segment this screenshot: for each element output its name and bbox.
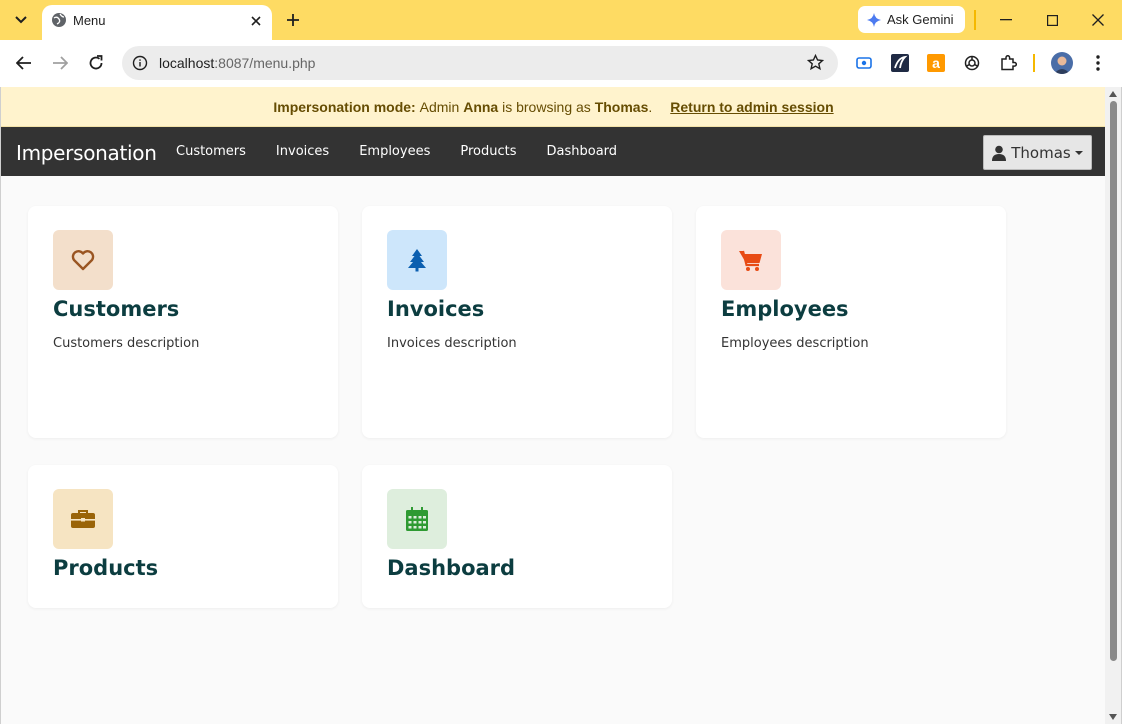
browser-tab-bar: Menu Ask Gemini: [0, 0, 1122, 40]
info-icon: [132, 55, 148, 71]
card-title: Dashboard: [387, 556, 516, 580]
more-vertical-icon: [1096, 55, 1100, 71]
extension-amazon-button[interactable]: a: [925, 52, 947, 74]
card-customers[interactable]: Customers Customers description: [28, 206, 338, 438]
scroll-down-arrow-icon[interactable]: [1109, 714, 1117, 720]
tab-close-button[interactable]: [248, 13, 264, 29]
profile-avatar[interactable]: [1051, 52, 1073, 74]
banner-admin-name: Anna: [463, 98, 499, 115]
card-title: Products: [53, 556, 159, 580]
back-button[interactable]: [12, 51, 36, 75]
card-employees[interactable]: Employees Employees description: [696, 206, 1006, 438]
extension-pen-button[interactable]: [889, 52, 911, 74]
nav-links: Customers Invoices Employees Products Da…: [161, 127, 632, 176]
card-icon-box: [53, 230, 113, 290]
address-bar[interactable]: localhost:8087/menu.php: [122, 46, 838, 80]
nav-link-dashboard[interactable]: Dashboard: [532, 127, 633, 176]
reload-button[interactable]: [84, 51, 108, 75]
nav-link-invoices[interactable]: Invoices: [261, 127, 344, 176]
top-navbar: Impersonation Customers Invoices Employe…: [1, 127, 1106, 176]
user-dropdown-label: Thomas: [1011, 143, 1071, 162]
banner-user-name: Thomas: [594, 98, 649, 115]
banner-mode-label: Impersonation mode:: [273, 98, 416, 115]
navbar-brand[interactable]: Impersonation: [16, 141, 157, 165]
close-window-button[interactable]: [1086, 8, 1110, 32]
svg-text:a: a: [932, 55, 940, 71]
chevron-down-icon: [15, 16, 27, 24]
card-title: Invoices: [387, 297, 485, 321]
arrow-right-icon: [53, 56, 68, 70]
calendar-icon: [406, 507, 428, 531]
card-icon-box: [721, 230, 781, 290]
browser-tab[interactable]: Menu: [42, 5, 272, 40]
card-description: Employees description: [721, 336, 869, 351]
browser-menu-button[interactable]: [1087, 52, 1109, 74]
close-icon: [251, 16, 261, 26]
card-description: Invoices description: [387, 336, 517, 351]
scrollbar-thumb[interactable]: [1110, 101, 1117, 661]
minimize-icon: [1000, 19, 1012, 21]
maximize-icon: [1046, 14, 1058, 26]
nav-link-products[interactable]: Products: [445, 127, 531, 176]
card-invoices[interactable]: Invoices Invoices description: [362, 206, 672, 438]
arrow-left-icon: [16, 56, 31, 70]
impersonation-banner: Impersonation mode: Admin Anna is browsi…: [1, 87, 1106, 127]
vertical-scrollbar[interactable]: [1105, 87, 1121, 724]
tab-title: Menu: [73, 13, 106, 28]
browser-toolbar: localhost:8087/menu.php a: [0, 40, 1122, 87]
briefcase-icon: [71, 510, 95, 528]
divider: [1033, 54, 1035, 72]
ask-gemini-button[interactable]: Ask Gemini: [858, 6, 965, 33]
cart-icon: [739, 250, 762, 271]
avatar-icon: [1054, 56, 1070, 74]
url-host: localhost: [159, 55, 215, 71]
openai-icon: [964, 55, 980, 71]
extensions-button[interactable]: [997, 52, 1019, 74]
close-icon: [1092, 14, 1104, 26]
heart-icon: [71, 250, 95, 271]
nav-link-employees[interactable]: Employees: [344, 127, 445, 176]
puzzle-icon: [1001, 54, 1017, 71]
nav-link-customers[interactable]: Customers: [161, 127, 261, 176]
amazon-icon: a: [927, 54, 945, 72]
ask-gemini-label: Ask Gemini: [887, 12, 954, 27]
card-description: Customers description: [53, 336, 200, 351]
tab-search-button[interactable]: [8, 8, 34, 32]
url-text: localhost:8087/menu.php: [159, 55, 315, 71]
user-icon: [992, 145, 1007, 161]
card-icon-box: [53, 489, 113, 549]
reload-icon: [89, 55, 103, 70]
card-title: Customers: [53, 297, 180, 321]
caret-down-icon: [1074, 150, 1083, 155]
extension-screencast-button[interactable]: [853, 52, 875, 74]
tree-icon: [408, 249, 426, 272]
plus-icon: [287, 14, 299, 26]
banner-text-browsing: is browsing as: [502, 98, 591, 115]
scroll-up-arrow-icon[interactable]: [1109, 91, 1117, 97]
minimize-button[interactable]: [994, 8, 1018, 32]
forward-button[interactable]: [48, 51, 72, 75]
page-viewport: Impersonation mode: Admin Anna is browsi…: [0, 87, 1122, 724]
return-to-admin-link[interactable]: Return to admin session: [670, 99, 833, 115]
card-dashboard[interactable]: Dashboard: [362, 465, 672, 608]
banner-period: .: [648, 98, 653, 115]
card-icon-box: [387, 489, 447, 549]
bookmark-star-icon[interactable]: [807, 54, 824, 71]
screencast-icon: [856, 57, 872, 69]
card-title: Employees: [721, 297, 849, 321]
gemini-sparkle-icon: [867, 12, 881, 27]
banner-text-admin: Admin: [419, 98, 460, 115]
url-path: :8087/menu.php: [214, 55, 316, 71]
pen-icon: [891, 54, 909, 72]
card-products[interactable]: Products: [28, 465, 338, 608]
new-tab-button[interactable]: [282, 9, 304, 31]
divider: [974, 10, 976, 30]
extension-openai-button[interactable]: [961, 52, 983, 74]
globe-icon: [52, 13, 66, 27]
card-icon-box: [387, 230, 447, 290]
maximize-button[interactable]: [1040, 8, 1064, 32]
user-dropdown-button[interactable]: Thomas: [983, 135, 1092, 170]
